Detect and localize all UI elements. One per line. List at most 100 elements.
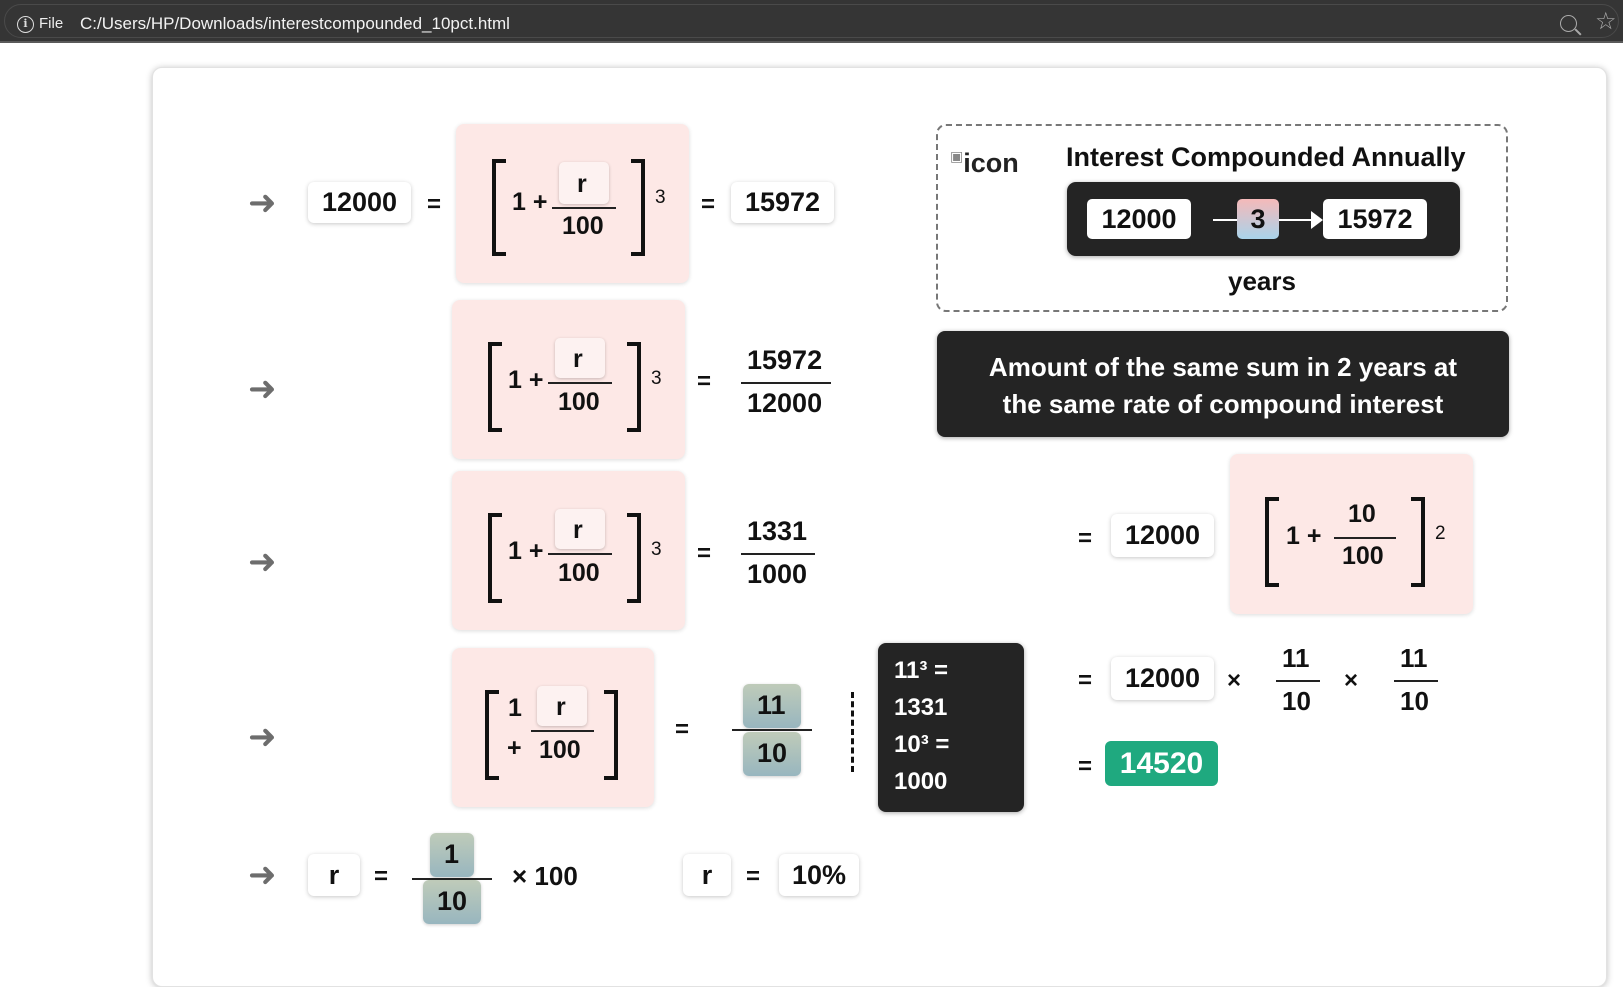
fraction-bar <box>1334 537 1396 539</box>
fraction-denominator: 10 <box>1282 686 1311 716</box>
exponent: 3 <box>651 539 662 560</box>
fraction-bar <box>741 382 831 384</box>
fraction-bar <box>552 207 616 209</box>
formula-box: 1 + 10 100 2 <box>1230 454 1473 614</box>
arrow-icon: ➜ <box>248 718 277 756</box>
rate-var: r <box>556 693 566 721</box>
rate-var: r <box>573 516 583 544</box>
fraction-numerator: 11 <box>757 690 786 720</box>
right-bracket <box>627 513 641 603</box>
equals-sign: = <box>697 540 712 567</box>
fraction-numerator: 11 <box>1400 643 1428 673</box>
rate-var: r <box>577 170 587 198</box>
note-line: 10³ = <box>894 731 950 758</box>
equals-sign: = <box>701 191 716 218</box>
left-bracket <box>485 690 499 780</box>
fraction-denominator: 10 <box>1400 686 1429 716</box>
question-banner: Amount of the same sum in 2 years at the… <box>937 331 1509 437</box>
times-sign: × <box>1227 667 1242 694</box>
fraction-numerator: 1331 <box>747 516 808 546</box>
browser-toolbar: i File C:/Users/HP/Downloads/interestcom… <box>0 0 1623 43</box>
broken-image-icon: ▣icon <box>950 148 1019 178</box>
answer-principal: 12000 <box>1111 657 1214 700</box>
file-label: File <box>39 15 64 32</box>
rate-var: r <box>573 345 583 373</box>
info-title: Interest Compounded Annually <box>1066 142 1466 172</box>
address-bar[interactable]: i File C:/Users/HP/Downloads/interestcom… <box>4 4 1619 38</box>
one-plus: 1 + <box>508 366 544 394</box>
times-sign: × <box>1344 667 1359 694</box>
rate-var-pill: r <box>683 854 731 896</box>
equals-sign: = <box>675 716 690 743</box>
rate-result: 10% <box>779 854 859 896</box>
bookmark-star-icon[interactable]: ☆ <box>1595 10 1617 34</box>
equals-sign: = <box>697 368 712 395</box>
timeline-panel: 12000 3 15972 <box>1067 182 1460 256</box>
one-plus: 1 + <box>508 537 544 565</box>
times-hundred: × 100 <box>512 861 578 891</box>
exponent: 3 <box>651 368 662 389</box>
exponent: 3 <box>655 187 666 208</box>
timeline-from: 12000 <box>1087 199 1191 239</box>
arrow-icon: ➜ <box>248 543 277 581</box>
cube-note-panel: 11³ = 1331 10³ = 1000 <box>878 643 1024 812</box>
years-label: years <box>1228 266 1296 296</box>
fraction-denominator: 100 <box>1342 542 1384 570</box>
timeline-to: 15972 <box>1323 199 1427 239</box>
right-bracket <box>631 159 645 256</box>
rate-var-pill: r <box>308 854 360 896</box>
one-plus: 1 + <box>512 188 548 216</box>
fraction-bar <box>741 553 815 555</box>
right-bracket <box>1411 497 1425 587</box>
fraction-bar <box>1276 680 1320 682</box>
answer-principal: 12000 <box>1111 514 1214 557</box>
url-text[interactable]: C:/Users/HP/Downloads/interestcompounded… <box>80 14 510 34</box>
fraction-numerator: 10 <box>1348 500 1376 528</box>
right-bracket <box>604 690 618 780</box>
formula-box: 1 + r 100 3 <box>452 471 685 630</box>
hundred: 100 <box>558 559 600 587</box>
fraction-numerator: 11 <box>1282 643 1310 673</box>
hundred: 100 <box>558 388 600 416</box>
arrowhead-icon <box>1311 211 1323 229</box>
dashed-divider <box>851 692 854 772</box>
question-text: Amount of the same sum in 2 years at the… <box>988 352 1458 419</box>
fraction-bar <box>548 553 612 555</box>
equals-sign: = <box>746 863 761 890</box>
left-bracket <box>492 159 506 256</box>
hundred: 100 <box>539 736 581 764</box>
left-bracket <box>488 513 502 603</box>
fraction-bar <box>548 382 612 384</box>
equals-sign: = <box>1078 525 1093 552</box>
fraction-denominator: 10 <box>757 738 788 768</box>
equals-sign: = <box>427 191 442 218</box>
fraction-denominator: 10 <box>437 886 468 916</box>
fraction-numerator: 1 <box>444 839 460 869</box>
fraction-denominator: 12000 <box>747 388 823 418</box>
formula-box: 1 + r 100 <box>452 648 654 807</box>
left-bracket <box>488 342 502 432</box>
zoom-icon[interactable] <box>1560 15 1577 32</box>
final-result: 14520 <box>1105 741 1218 786</box>
amount-value: 15972 <box>731 182 834 223</box>
equals-sign: = <box>374 863 389 890</box>
arrow-icon: ➜ <box>248 856 277 894</box>
note-line: 11³ = <box>894 657 949 684</box>
info-icon[interactable]: i <box>17 16 34 33</box>
equals-sign: = <box>1078 753 1093 780</box>
principal-value: 12000 <box>308 182 411 223</box>
fraction-bar <box>531 730 594 732</box>
arrow-icon: ➜ <box>248 370 277 408</box>
one: 1 <box>508 694 522 722</box>
fraction-bar <box>732 729 812 731</box>
formula-box: 1 + r 100 3 <box>452 300 685 459</box>
plus: + <box>507 734 522 762</box>
one-plus: 1 + <box>1286 522 1322 550</box>
fraction-numerator: 15972 <box>747 345 823 375</box>
exponent: 2 <box>1435 523 1446 544</box>
formula-box: 1 + r 100 3 <box>456 124 689 283</box>
arrow-icon: ➜ <box>248 184 277 222</box>
hundred: 100 <box>562 212 604 240</box>
right-bracket <box>627 342 641 432</box>
fraction-bar <box>1394 680 1438 682</box>
